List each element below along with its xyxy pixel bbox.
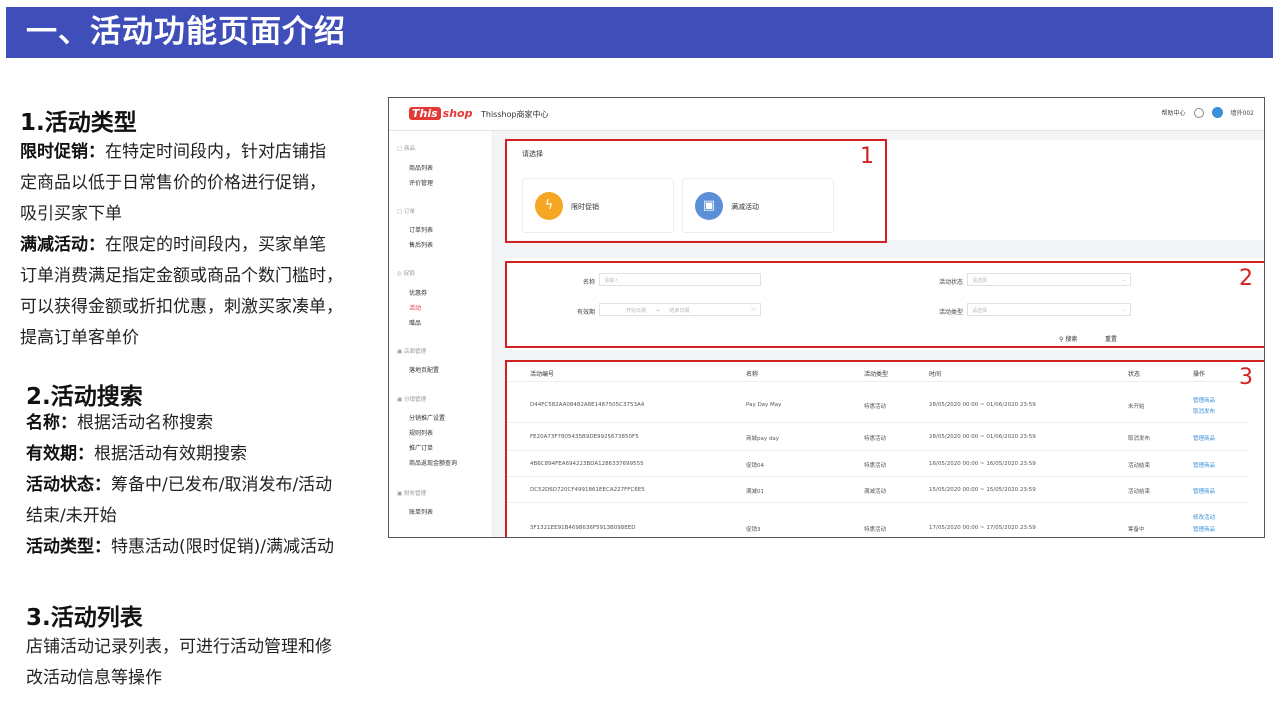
logo-this: This <box>409 107 441 120</box>
section-activity-search: 2.活动搜索 <box>26 377 143 411</box>
sidebar-item-goods-list[interactable]: 商品列表 <box>409 163 433 172</box>
kind-desc: 特惠活动(限时促销)/满减活动 <box>111 537 334 557</box>
activity-search-desc: 名称：根据活动名称搜索 有效期：根据活动有效期搜索 活动状态：筹备中/已发布/取… <box>26 408 382 563</box>
sidebar-item-orders[interactable]: 订单列表 <box>409 225 433 234</box>
flash-sale-line3: 吸引买家下单 <box>20 204 122 224</box>
name-desc: 根据活动名称搜索 <box>77 413 213 433</box>
annotation-box-3 <box>505 360 1264 537</box>
sidebar-group-goods: □ 商品 <box>397 146 415 152</box>
sidebar-item-reviews[interactable]: 评价管理 <box>409 178 433 187</box>
sidebar-group-promo: ◎ 促销 <box>397 271 415 277</box>
flash-sale-line1: 在特定时间段内，针对店铺指 <box>105 142 326 162</box>
term-discount: 满减活动： <box>20 235 105 255</box>
section-activity-list: 3.活动列表 <box>26 598 143 632</box>
sidebar-group-finance: ▣ 财务管理 <box>397 491 426 497</box>
sidebar-item-landing[interactable]: 落地页配置 <box>409 365 439 374</box>
page-title: 一、活动功能页面介绍 <box>26 14 346 50</box>
activity-list-desc: 店铺活动记录列表，可进行活动管理和修 改活动信息等操作 <box>26 632 388 694</box>
annotation-box-1 <box>505 139 887 243</box>
discount-line4: 提高订单客单价 <box>20 328 139 348</box>
list-desc-1: 店铺活动记录列表，可进行活动管理和修 <box>26 637 332 657</box>
term-period: 有效期： <box>26 444 94 464</box>
sidebar-item-coupons[interactable]: 优惠券 <box>409 288 427 297</box>
section-heading-list: 3.活动列表 <box>26 605 143 631</box>
term-status: 活动状态： <box>26 475 111 495</box>
section-heading-type: 1.活动类型 <box>20 110 137 136</box>
term-name: 名称： <box>26 413 77 433</box>
section-activity-type: 1.活动类型 <box>20 103 137 137</box>
annotation-label-3: 3 <box>1239 365 1253 390</box>
app-topbar: This shop Thisshop商家中心 帮助中心 墙外002 <box>389 98 1264 131</box>
user-name[interactable]: 墙外002 <box>1231 108 1254 117</box>
sidebar-item-rules[interactable]: 规则列表 <box>409 428 433 437</box>
sidebar-item-cashback[interactable]: 商品返现金额查询 <box>409 458 457 467</box>
sidebar-item-activities[interactable]: 活动 <box>409 303 421 312</box>
list-desc-2: 改活动信息等操作 <box>26 668 162 688</box>
sidebar-group-orders: □ 订单 <box>397 209 415 215</box>
sidebar-group-store: ▣ 店面管理 <box>397 349 426 355</box>
flash-sale-line2: 定商品以低于日常售价的价格进行促销， <box>20 173 326 193</box>
section-heading-search: 2.活动搜索 <box>26 384 143 410</box>
status-desc-1: 筹备中/已发布/取消发布/活动 <box>111 475 333 495</box>
sidebar-item-dist-settings[interactable]: 分销推广设置 <box>409 413 445 422</box>
sidebar-item-promo-orders[interactable]: 推广订单 <box>409 443 433 452</box>
activity-type-desc: 限时促销：在特定时间段内，针对店铺指 定商品以低于日常售价的价格进行促销， 吸引… <box>20 137 382 354</box>
app-screenshot: This shop Thisshop商家中心 帮助中心 墙外002 □ 商品 商品… <box>388 97 1265 538</box>
term-flash-sale: 限时促销： <box>20 142 105 162</box>
help-link[interactable]: 帮助中心 <box>1162 108 1186 117</box>
app-sidebar: □ 商品 商品列表 评价管理 □ 订单 订单列表 售后列表 ◎ 促销 优惠券 活… <box>389 131 493 537</box>
discount-line1: 在限定的时间段内，买家单笔 <box>105 235 326 255</box>
sidebar-item-gifts[interactable]: 赠品 <box>409 318 421 327</box>
term-kind: 活动类型： <box>26 537 111 557</box>
status-desc-2: 结束/未开始 <box>26 506 117 526</box>
app-title: Thisshop商家中心 <box>481 110 549 119</box>
sidebar-item-after-sales[interactable]: 售后列表 <box>409 240 433 249</box>
settings-icon[interactable] <box>1193 107 1204 118</box>
discount-line3: 可以获得金额或折扣优惠，刺激买家凑单， <box>20 297 343 317</box>
topbar-right: 帮助中心 墙外002 <box>1162 107 1254 118</box>
avatar[interactable] <box>1211 107 1223 118</box>
sidebar-item-bills[interactable]: 账单列表 <box>409 507 433 516</box>
annotation-label-1: 1 <box>860 144 874 169</box>
discount-line2: 订单消费满足指定金额或商品个数门槛时， <box>20 266 343 286</box>
title-banner: 一、活动功能页面介绍 <box>6 7 1273 58</box>
period-desc: 根据活动有效期搜索 <box>94 444 247 464</box>
annotation-box-2 <box>505 261 1264 348</box>
annotation-label-2: 2 <box>1239 266 1253 291</box>
sidebar-group-distribution: ▣ 分销管理 <box>397 397 426 403</box>
app-logo[interactable]: This shop <box>409 107 472 120</box>
logo-shop: shop <box>442 107 473 120</box>
